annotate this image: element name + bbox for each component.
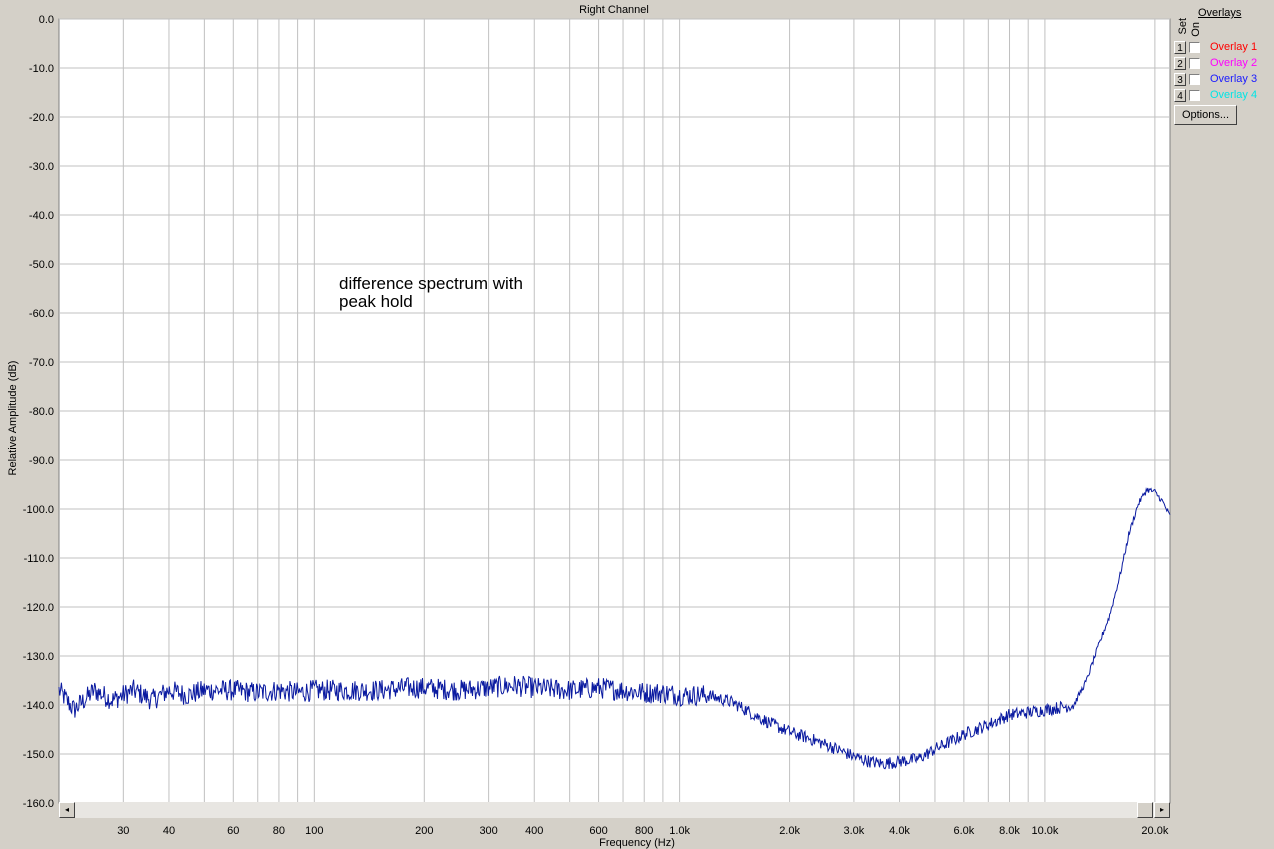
y-tick-label: -110.0 <box>24 553 54 565</box>
y-tick-label: -160.0 <box>23 798 54 810</box>
overlay-1-label: Overlay 1 <box>1210 41 1258 53</box>
y-tick-label: -40.0 <box>29 210 54 222</box>
overlay-row-1: 1 Overlay 1 <box>1174 41 1270 56</box>
y-tick-label: -140.0 <box>23 700 54 712</box>
plot-area <box>58 18 1171 804</box>
x-tick-label: 600 <box>589 825 607 837</box>
x-tick-label: 4.0k <box>889 825 910 837</box>
x-tick-label: 6.0k <box>953 825 974 837</box>
x-tick-label: 20.0k <box>1141 825 1168 837</box>
y-tick-label: -120.0 <box>23 602 54 614</box>
x-tick-label: 40 <box>163 825 175 837</box>
y-tick-label: -20.0 <box>29 112 54 124</box>
x-tick-label: 8.0k <box>999 825 1020 837</box>
y-axis-label: Relative Amplitude (dB) <box>7 361 19 476</box>
x-tick-label: 200 <box>415 825 433 837</box>
y-tick-label: -10.0 <box>29 63 54 75</box>
x-axis-label: Frequency (Hz) <box>599 837 675 849</box>
chart: Right Channel 0.0 -10.0 -20.0 -30.0 -40.0 -50… <box>7 4 1171 849</box>
annotation-line-2: peak hold <box>339 292 413 311</box>
overlay-3-checkbox[interactable] <box>1189 74 1200 85</box>
overlay-2-label: Overlay 2 <box>1210 57 1258 69</box>
x-tick-label: 300 <box>479 825 497 837</box>
annotation-line-1: difference spectrum with <box>339 274 523 293</box>
y-tick-label: -80.0 <box>29 406 54 418</box>
x-tick-label: 60 <box>227 825 239 837</box>
x-tick-label: 30 <box>117 825 129 837</box>
overlay-row-4: 4 Overlay 4 <box>1174 89 1270 104</box>
x-tick-label: 10.0k <box>1031 825 1058 837</box>
overlay-1-set-button[interactable]: 1 <box>1174 41 1186 54</box>
y-tick-label: -130.0 <box>23 651 54 663</box>
options-button[interactable]: Options... <box>1174 105 1237 125</box>
overlays-title: Overlays <box>1198 7 1242 19</box>
y-tick-label: -60.0 <box>29 308 54 320</box>
y-tick-label: -50.0 <box>29 259 54 271</box>
x-tick-label: 2.0k <box>779 825 800 837</box>
horizontal-scrollbar[interactable]: ◂ ▸ <box>59 802 1170 818</box>
overlay-4-set-button[interactable]: 4 <box>1174 89 1186 102</box>
y-tick-label: -30.0 <box>29 161 54 173</box>
x-tick-label: 100 <box>305 825 323 837</box>
overlay-row-3: 3 Overlay 3 <box>1174 73 1270 88</box>
scroll-left-arrow-icon[interactable]: ◂ <box>59 802 75 818</box>
x-axis-ticks: 30 40 60 80 100 200 300 400 600 800 1.0k 2.0k 3.0k 4.… <box>117 825 1169 837</box>
x-tick-label: 3.0k <box>844 825 865 837</box>
overlay-3-set-button[interactable]: 3 <box>1174 73 1186 86</box>
y-axis-ticks: 0.0 -10.0 -20.0 -30.0 -40.0 -50.0 -60.0 -70.0 -8… <box>23 14 54 810</box>
scrollbar-thumb[interactable] <box>1137 802 1153 818</box>
overlay-4-label: Overlay 4 <box>1210 89 1258 101</box>
overlay-2-set-button[interactable]: 2 <box>1174 57 1186 70</box>
overlays-panel: Overlays Set On 1 Overlay 1 2 Overlay 2 … <box>1172 4 1272 134</box>
overlay-2-checkbox[interactable] <box>1189 58 1200 69</box>
y-tick-label: 0.0 <box>39 14 54 26</box>
set-column-label: Set <box>1177 18 1189 35</box>
overlay-3-label: Overlay 3 <box>1210 73 1258 85</box>
y-tick-label: -150.0 <box>23 749 54 761</box>
x-tick-label: 800 <box>635 825 653 837</box>
overlay-row-2: 2 Overlay 2 <box>1174 57 1270 72</box>
y-tick-label: -70.0 <box>29 357 54 369</box>
y-tick-label: -100.0 <box>23 504 54 516</box>
x-tick-label: 1.0k <box>669 825 690 837</box>
x-tick-label: 80 <box>273 825 285 837</box>
x-tick-label: 400 <box>525 825 543 837</box>
on-column-label: On <box>1190 22 1202 37</box>
chart-title: Right Channel <box>579 4 649 16</box>
overlay-1-checkbox[interactable] <box>1189 42 1200 53</box>
y-tick-label: -90.0 <box>29 455 54 467</box>
scroll-right-arrow-icon[interactable]: ▸ <box>1154 802 1170 818</box>
overlay-4-checkbox[interactable] <box>1189 90 1200 101</box>
